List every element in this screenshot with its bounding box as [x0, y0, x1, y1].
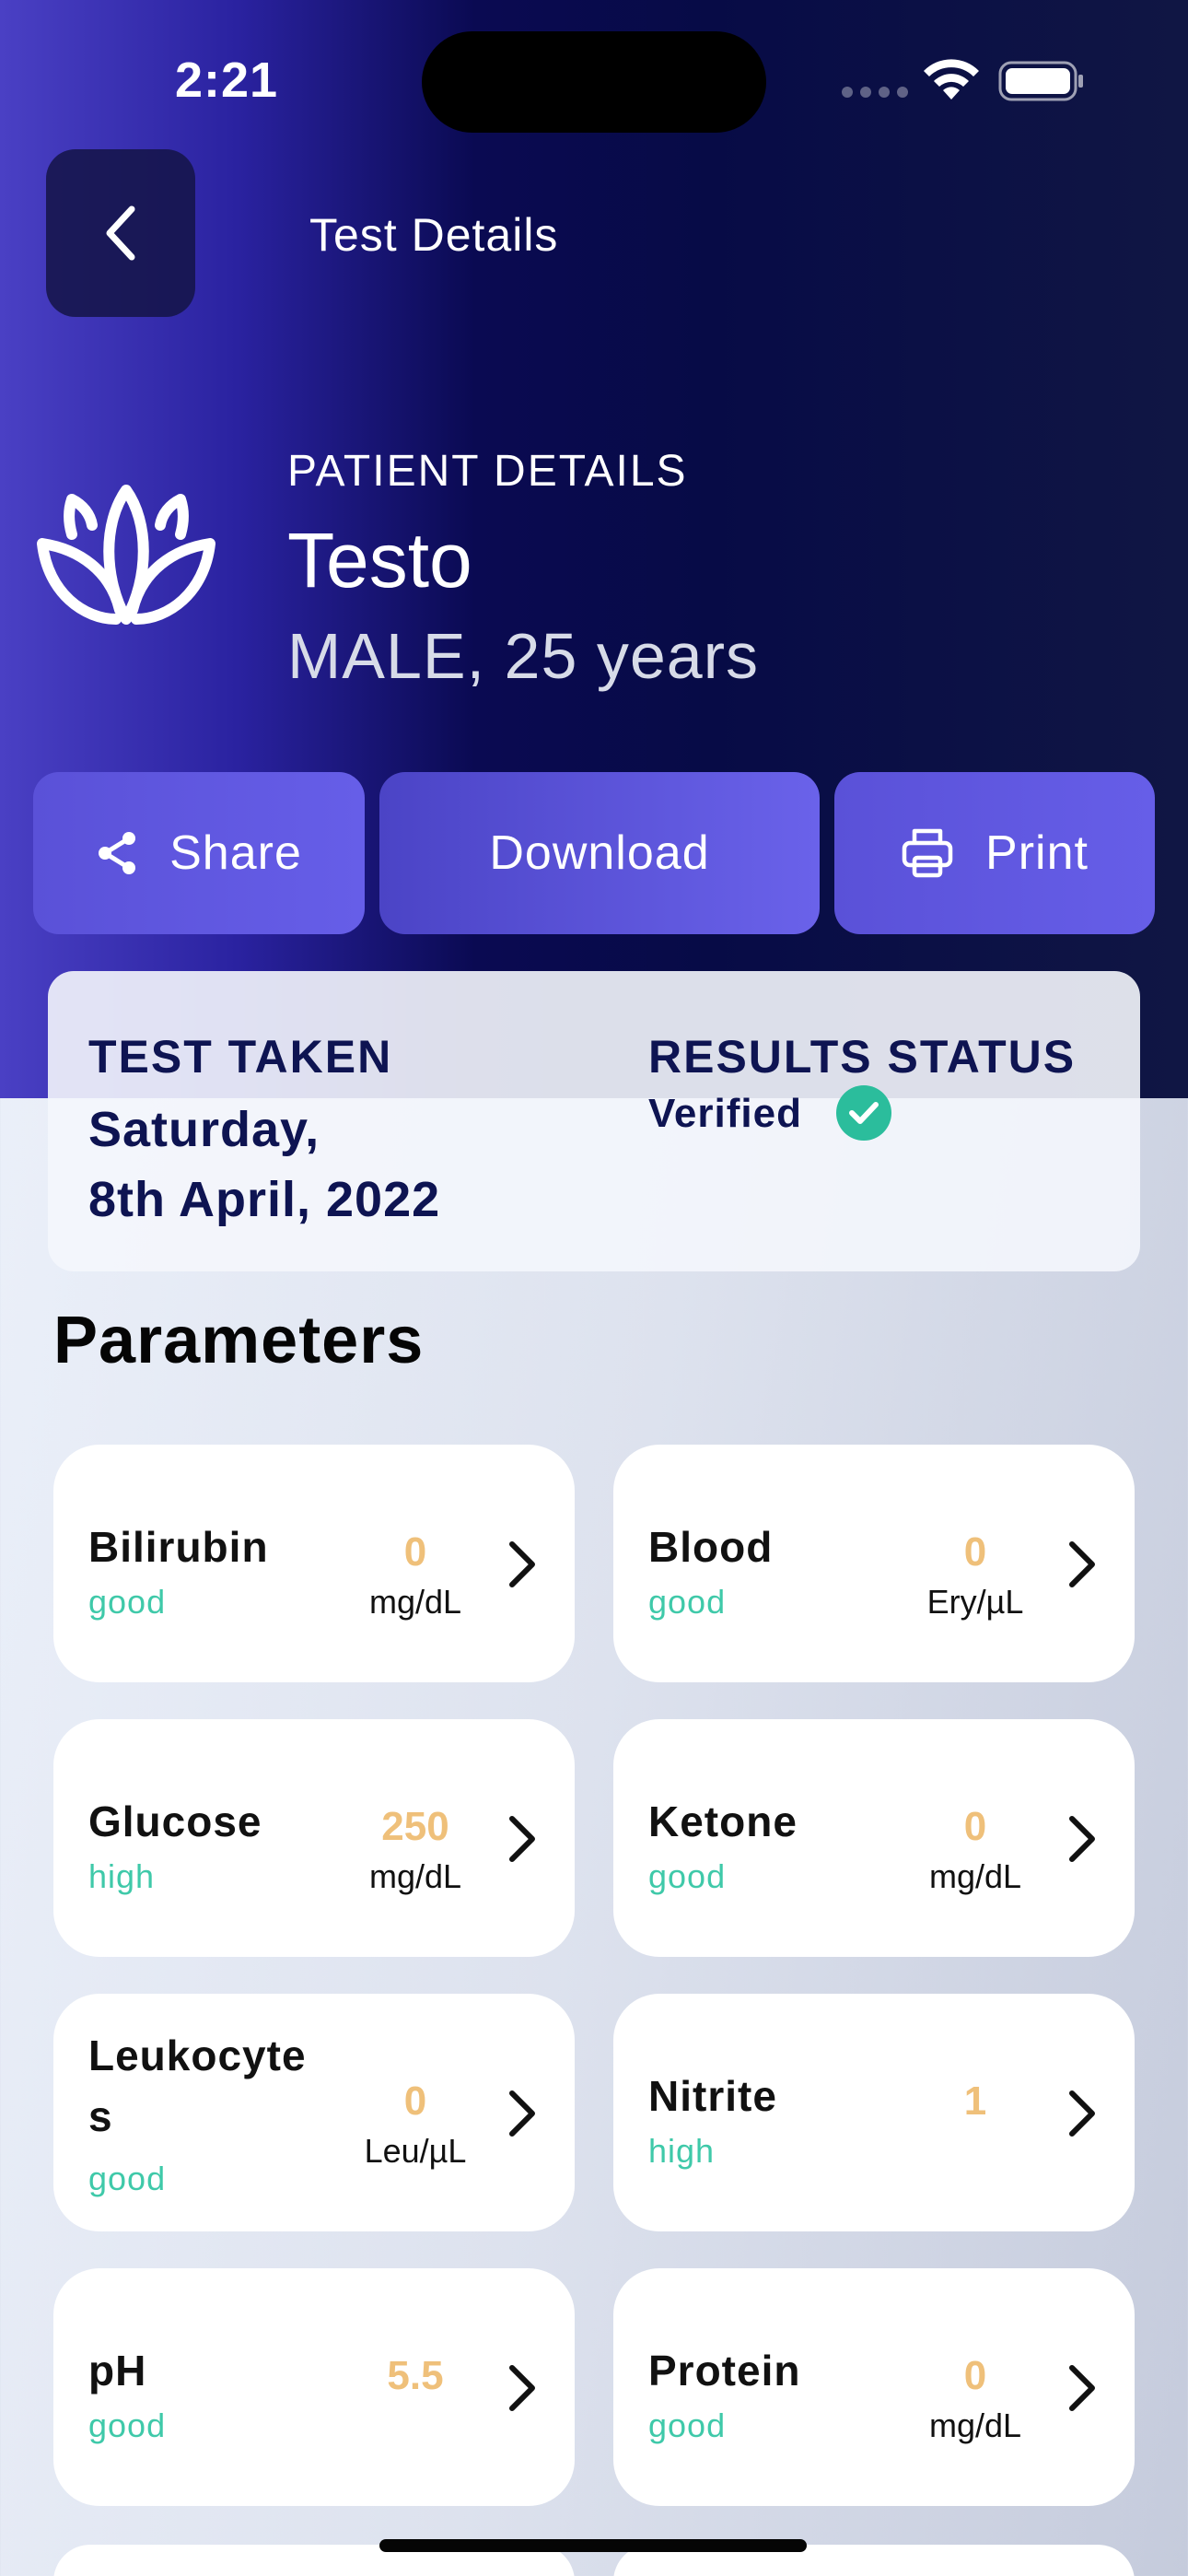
parameter-status: good	[88, 2160, 167, 2197]
parameter-card-protein[interactable]: Protein good 0 mg/dL	[613, 2268, 1135, 2506]
parameter-value: 0	[403, 1529, 427, 1575]
parameter-card-glucose[interactable]: Glucose high 250 mg/dL	[53, 1719, 575, 1957]
share-label: Share	[169, 826, 302, 880]
home-indicator[interactable]	[379, 2539, 807, 2552]
test-info-card: TEST TAKEN Saturday, 8th April, 2022 RES…	[48, 971, 1140, 1271]
printer-icon	[902, 828, 953, 878]
chevron-right-icon	[509, 1541, 535, 1587]
battery-icon	[998, 61, 1083, 101]
download-label: Download	[489, 826, 710, 880]
chevron-right-icon	[1069, 2365, 1095, 2411]
parameter-unit: mg/dL	[368, 1857, 462, 1895]
parameter-unit: mg/dL	[928, 1857, 1022, 1895]
parameter-status: good	[648, 1583, 727, 1621]
back-button[interactable]	[46, 149, 195, 317]
status-time: 2:21	[175, 53, 279, 108]
print-button[interactable]: Print	[834, 772, 1155, 934]
parameter-name: Protein	[648, 2347, 801, 2395]
parameter-name: Nitrite	[648, 2072, 777, 2120]
chevron-right-icon	[509, 2365, 535, 2411]
download-button[interactable]: Download	[379, 772, 820, 934]
chevron-right-icon	[1069, 1816, 1095, 1862]
parameter-card-leukocytes[interactable]: Leukocytes good 0 Leu/µL	[53, 1994, 575, 2231]
parameter-name: Ketone	[648, 1797, 798, 1845]
lotus-logo-icon	[37, 485, 215, 625]
parameter-name: pH	[88, 2347, 147, 2395]
page-title: Test Details	[309, 209, 559, 261]
chevron-right-icon	[1069, 2090, 1095, 2137]
parameter-status: good	[648, 2406, 727, 2444]
parameter-unit: mg/dL	[368, 1583, 462, 1621]
patient-gender-age: MALE, 25 years	[287, 620, 759, 692]
patient-details-caption: PATIENT DETAILS	[287, 447, 688, 496]
test-taken-date-line1: Saturday,	[88, 1102, 320, 1157]
parameter-card-nitrite[interactable]: Nitrite high 1	[613, 1994, 1135, 2231]
parameter-value: 0	[403, 2078, 427, 2124]
parameter-card-ph[interactable]: pH good 5.5	[53, 2268, 575, 2506]
chevron-left-icon	[106, 205, 135, 261]
parameter-unit: Ery/µL	[926, 1583, 1024, 1621]
parameter-card-bilirubin[interactable]: Bilirubin good 0 mg/dL	[53, 1445, 575, 1682]
print-label: Print	[985, 826, 1089, 880]
parameter-unit: mg/dL	[928, 2406, 1022, 2444]
verified-check-icon	[836, 1085, 891, 1141]
cellular-signal-icon	[842, 87, 908, 98]
parameter-status: good	[648, 1857, 727, 1895]
parameters-heading: Parameters	[53, 1304, 425, 1377]
parameter-status: good	[88, 2406, 167, 2444]
parameter-card-blood[interactable]: Blood good 0 Ery/µL	[613, 1445, 1135, 1682]
parameter-value: 250	[381, 1804, 449, 1849]
parameter-name: Blood	[648, 1523, 774, 1571]
results-status-label: RESULTS STATUS	[648, 1031, 1077, 1083]
test-taken-date: Saturday, 8th April, 2022	[88, 1095, 641, 1235]
parameter-status: high	[88, 1857, 156, 1895]
parameter-value: 0	[963, 1804, 987, 1849]
parameter-status: high	[648, 2132, 716, 2170]
parameter-card-ketone[interactable]: Ketone good 0 mg/dL	[613, 1719, 1135, 1957]
parameter-name: Leukocytes	[88, 2032, 307, 2140]
parameter-unit: Leu/µL	[364, 2132, 467, 2170]
dynamic-island	[422, 31, 766, 133]
results-status-value: Verified	[648, 1091, 802, 1136]
share-button[interactable]: Share	[33, 772, 365, 934]
parameter-value: 5.5	[387, 2353, 444, 2398]
parameter-name: Glucose	[88, 1797, 262, 1845]
patient-name: Testo	[287, 517, 472, 603]
parameter-value: 1	[963, 2078, 987, 2124]
test-taken-label: TEST TAKEN	[88, 1031, 393, 1083]
parameter-value: 0	[963, 1529, 987, 1575]
test-taken-date-line2: 8th April, 2022	[88, 1172, 441, 1227]
parameter-value: 0	[963, 2353, 987, 2398]
chevron-right-icon	[509, 1816, 535, 1862]
chevron-right-icon	[1069, 1541, 1095, 1587]
status-bar: 2:21	[0, 0, 1188, 147]
parameter-name: Bilirubin	[88, 1523, 269, 1571]
parameter-status: good	[88, 1583, 167, 1621]
share-icon	[99, 832, 136, 874]
wifi-icon	[924, 59, 979, 100]
chevron-right-icon	[509, 2090, 535, 2137]
